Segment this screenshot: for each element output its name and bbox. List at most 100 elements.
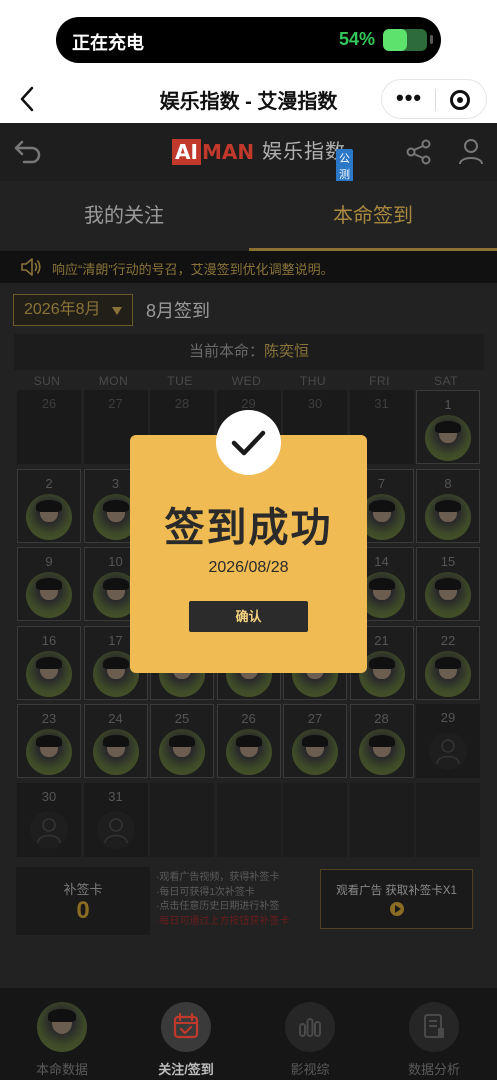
day-number: 2 bbox=[45, 475, 53, 491]
calendar-day[interactable]: 27 bbox=[283, 704, 347, 778]
day-number: 24 bbox=[108, 711, 123, 726]
return-icon[interactable] bbox=[12, 137, 44, 165]
calendar-day[interactable]: 29 bbox=[416, 704, 480, 778]
app-header: AI MAN 娱乐指数 公测 bbox=[0, 123, 497, 183]
checkmark-icon bbox=[231, 430, 266, 456]
caret-down-icon bbox=[112, 307, 122, 315]
nav-data-analysis[interactable]: 数据分析 bbox=[372, 988, 496, 1080]
nav-idol-data[interactable]: 本命数据 bbox=[0, 988, 124, 1080]
nav-label: 影视综 bbox=[290, 1062, 330, 1077]
calendar-day[interactable]: 30 bbox=[17, 782, 81, 857]
day-number: 31 bbox=[108, 788, 123, 804]
idol-avatar bbox=[92, 729, 139, 775]
day-number: 28 bbox=[174, 396, 190, 411]
day-number: 26 bbox=[41, 396, 57, 411]
nav-circle bbox=[161, 1002, 211, 1052]
beta-badge: 公测 bbox=[336, 149, 353, 183]
calendar-day[interactable]: 8 bbox=[416, 468, 480, 543]
menu-capsule: ••• bbox=[381, 79, 487, 119]
current-idol-row: 当前本命：陈奕恒 bbox=[14, 334, 484, 370]
share-icon[interactable] bbox=[406, 139, 432, 165]
weekday-header: SUN MON TUE WED THU FRI SAT bbox=[14, 374, 484, 390]
calendar-day[interactable]: 16 bbox=[17, 625, 81, 700]
makeup-card-box: 补签卡 0 bbox=[16, 867, 150, 935]
tab-checkin[interactable]: 本命签到 bbox=[249, 181, 497, 251]
weekday-label: THU bbox=[299, 374, 327, 388]
idol-avatar bbox=[425, 493, 471, 540]
idol-avatar bbox=[425, 572, 471, 618]
confirm-button[interactable]: 确认 bbox=[189, 601, 308, 632]
battery-tip bbox=[430, 35, 433, 44]
calendar-day[interactable]: 22 bbox=[416, 625, 480, 700]
weekday-label: FRI bbox=[369, 374, 390, 388]
calendar-day[interactable]: 1 bbox=[416, 390, 480, 464]
calendar-day bbox=[150, 782, 214, 857]
avatar-placeholder-icon bbox=[429, 732, 467, 770]
more-icon[interactable]: ••• bbox=[396, 87, 422, 109]
day-number: 15 bbox=[440, 554, 456, 569]
month-title: 8月签到 bbox=[146, 301, 211, 321]
idol-avatar bbox=[425, 650, 471, 697]
calendar-day[interactable]: 26 bbox=[216, 704, 281, 778]
nav-label: 关注/签到 bbox=[158, 1062, 214, 1077]
play-icon bbox=[390, 902, 404, 916]
idol-avatar bbox=[26, 572, 72, 618]
bar-chart-icon bbox=[299, 1018, 321, 1037]
day-number: 1 bbox=[444, 397, 452, 412]
tab-my-follows[interactable]: 我的关注 bbox=[0, 181, 248, 251]
tip-line: ·每日可通过上方按钮获补签卡 bbox=[156, 915, 290, 927]
day-number: 25 bbox=[174, 711, 190, 726]
month-select-value: 2026年8月 bbox=[24, 301, 101, 318]
report-icon bbox=[424, 1014, 444, 1038]
day-number: 30 bbox=[307, 396, 323, 411]
calendar-day bbox=[216, 782, 281, 857]
day-number: 23 bbox=[41, 711, 57, 726]
battery-icon bbox=[383, 29, 427, 51]
notice-bar[interactable]: 响应“清朗”行动的号召，艾漫签到优化调整说明。 bbox=[0, 251, 497, 283]
logo-man: MAN bbox=[202, 140, 255, 164]
nav-follow-checkin[interactable]: 关注/签到 bbox=[124, 988, 248, 1080]
month-select[interactable]: 2026年8月 bbox=[13, 294, 133, 326]
calendar-day[interactable]: 23 bbox=[17, 704, 81, 778]
avatar-placeholder-icon bbox=[96, 810, 135, 849]
day-number: 31 bbox=[374, 396, 389, 411]
nav-film-tv[interactable]: 影视综 bbox=[248, 988, 372, 1080]
user-icon[interactable] bbox=[458, 137, 484, 165]
idol-avatar bbox=[425, 415, 471, 461]
tip-line: ·点击任意历史日期进行补签 bbox=[156, 901, 280, 912]
watch-ad-label: 观看广告 获取补签卡X1 bbox=[336, 885, 457, 897]
logo-ai: AI bbox=[172, 139, 201, 165]
calendar-day[interactable]: 2 bbox=[17, 468, 81, 543]
day-number: 9 bbox=[45, 554, 53, 569]
day-number: 26 bbox=[241, 711, 256, 726]
bottom-nav: 本命数据 关注/签到 影视综 数据分析 bbox=[0, 988, 497, 1080]
calendar-day[interactable]: 9 bbox=[17, 547, 81, 621]
battery-fill bbox=[383, 29, 407, 51]
idol-avatar-icon bbox=[37, 1002, 87, 1052]
watch-ad-button[interactable]: 观看广告 获取补签卡X1 bbox=[320, 869, 473, 929]
day-number: 29 bbox=[241, 396, 256, 411]
makeup-card-title: 补签卡 bbox=[63, 882, 103, 897]
day-number: 29 bbox=[440, 710, 456, 725]
success-check-badge bbox=[216, 410, 281, 475]
close-miniprogram-icon[interactable] bbox=[450, 90, 470, 110]
calendar-day[interactable]: 28 bbox=[349, 704, 414, 778]
calendar-day[interactable]: 24 bbox=[83, 704, 148, 778]
calendar-day[interactable]: 31 bbox=[83, 782, 148, 857]
idol-avatar bbox=[26, 650, 72, 697]
speaker-icon bbox=[21, 258, 41, 276]
miniprogram-nav-bar: 娱乐指数 - 艾漫指数 ••• bbox=[0, 75, 497, 123]
logo-cn: 娱乐指数 bbox=[262, 141, 346, 163]
status-pill: 正在充电 54% bbox=[56, 17, 441, 63]
weekday-label: SAT bbox=[434, 374, 458, 388]
calendar-day[interactable]: 15 bbox=[416, 547, 480, 621]
idol-avatar bbox=[358, 729, 405, 775]
idol-avatar bbox=[26, 729, 72, 775]
day-number: 22 bbox=[440, 632, 456, 648]
calendar-check-icon bbox=[173, 1012, 199, 1039]
day-number: 30 bbox=[41, 788, 57, 804]
calendar-day[interactable]: 25 bbox=[150, 704, 214, 778]
day-number: 27 bbox=[108, 396, 123, 411]
calendar-day bbox=[349, 782, 414, 857]
calendar-day[interactable]: 26 bbox=[17, 390, 81, 464]
